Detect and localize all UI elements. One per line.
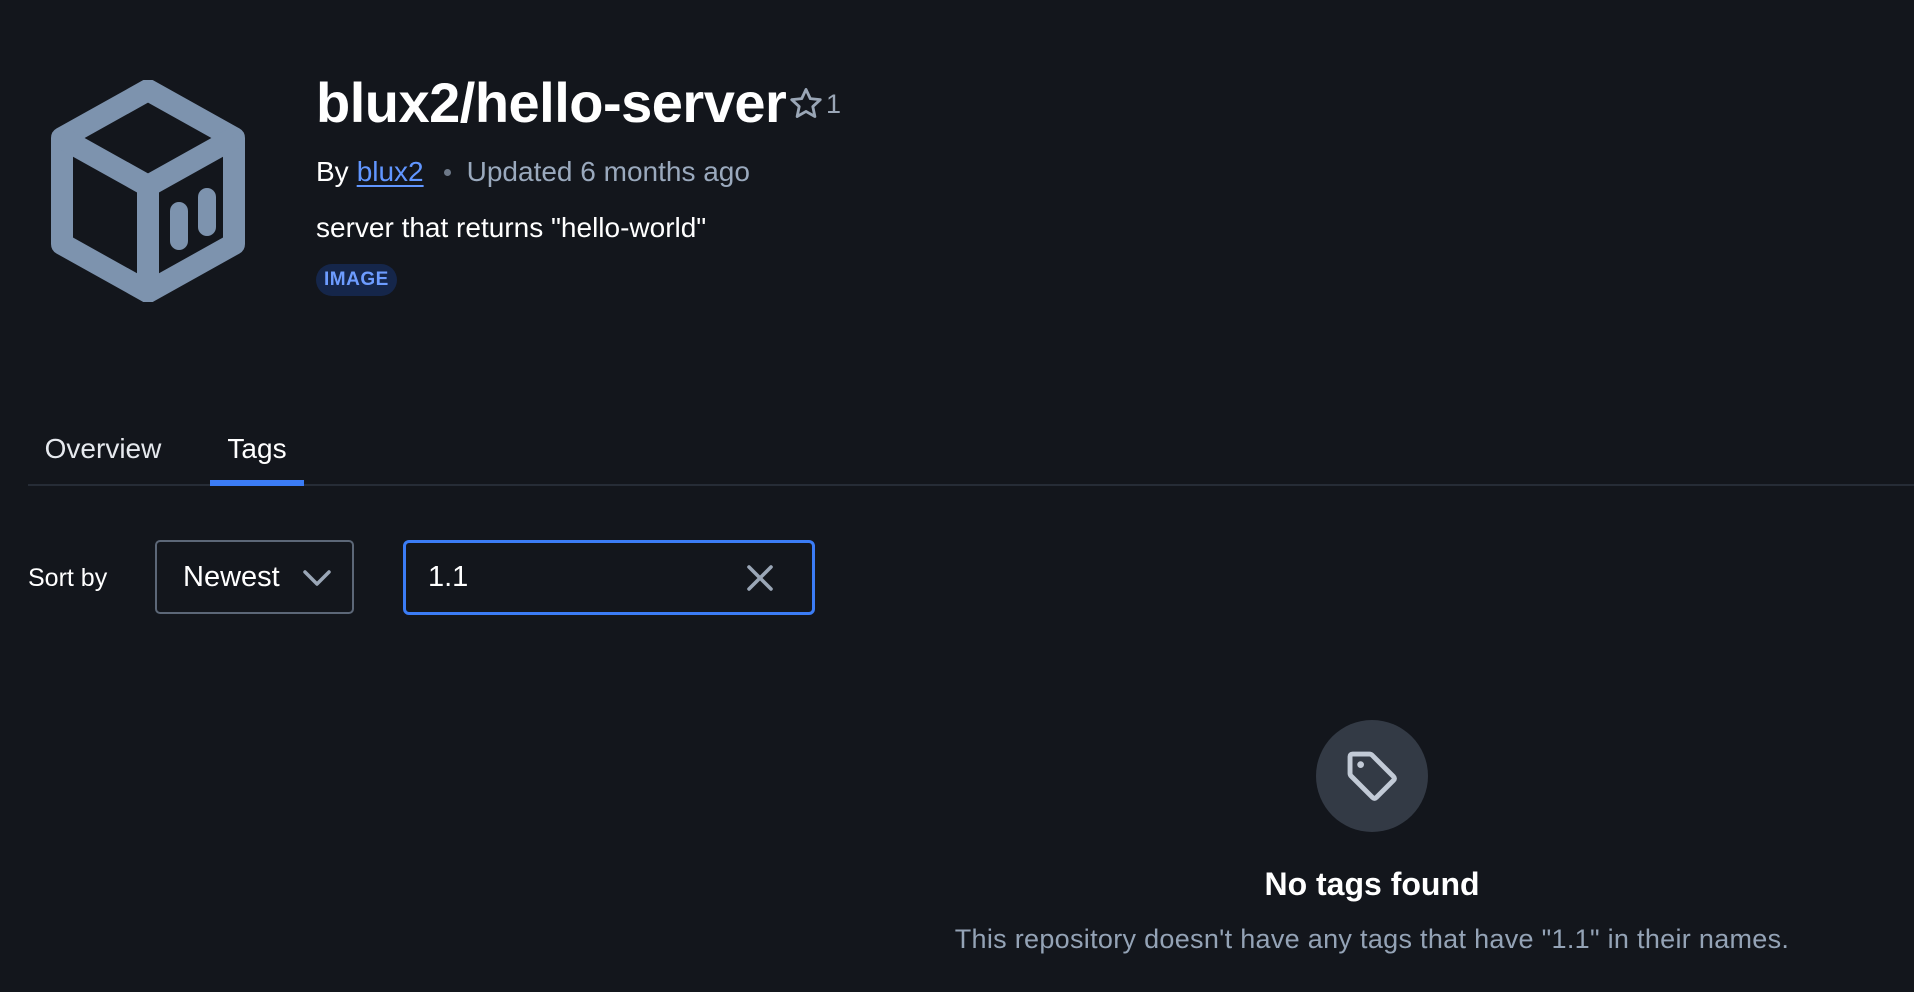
sort-label: Sort by	[28, 564, 108, 592]
tag-filter	[403, 540, 815, 615]
by-label: By	[316, 156, 349, 187]
tab-overview[interactable]: Overview	[44, 420, 162, 482]
tag-filter-input[interactable]	[428, 543, 728, 612]
empty-state-title: No tags found	[1264, 866, 1480, 902]
cube-icon	[51, 80, 245, 302]
sort-value: Newest	[183, 560, 280, 593]
sort-select[interactable]: Newest	[155, 540, 354, 614]
empty-state-message: This repository doesn't have any tags th…	[954, 924, 1790, 954]
close-icon[interactable]	[745, 563, 775, 593]
star-count: 1	[826, 88, 842, 119]
star-icon	[790, 88, 822, 118]
repo-title: blux2/hello-server	[316, 71, 787, 134]
updated-time: Updated 6 months ago	[466, 156, 750, 187]
empty-state-icon-container	[1316, 720, 1428, 832]
image-badge: IMAGE	[316, 264, 397, 296]
repository-page: blux2/hello-server 1 By blux2 Updated 6 …	[0, 0, 1914, 992]
tab-bar: Overview Tags	[28, 420, 1914, 486]
author-link[interactable]: blux2	[357, 152, 424, 192]
tag-icon	[1347, 751, 1397, 801]
separator-dot	[443, 168, 451, 176]
repo-description: server that returns "hello-world"	[316, 212, 707, 243]
repo-byline: By blux2 Updated 6 months ago	[316, 152, 750, 192]
chevron-down-icon	[303, 570, 331, 586]
star-button[interactable]: 1	[787, 84, 841, 124]
tab-tags[interactable]: Tags	[210, 420, 304, 486]
